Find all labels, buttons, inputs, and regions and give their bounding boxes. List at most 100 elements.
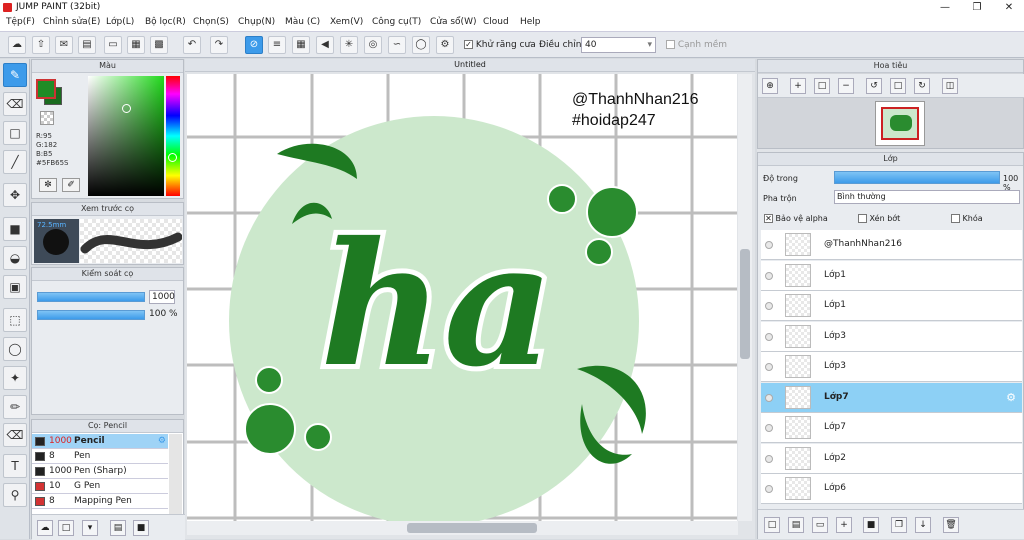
- comment-icon[interactable]: ✉: [55, 36, 73, 54]
- horizontal-scroll-thumb[interactable]: [407, 523, 537, 533]
- close-icon[interactable]: ✕: [994, 0, 1024, 15]
- brush-list-scrollbar[interactable]: [169, 434, 182, 514]
- page-icon[interactable]: ▭: [104, 36, 122, 54]
- layer-row[interactable]: @ThanhNhan216: [761, 230, 1022, 260]
- menu-file[interactable]: Tệp(F): [6, 17, 35, 27]
- rotate-reset-icon[interactable]: □: [890, 78, 906, 94]
- layer-visibility-icon[interactable]: [765, 393, 773, 402]
- select-pen-tool-icon[interactable]: ✏: [3, 395, 27, 419]
- vertical-scrollbar[interactable]: [738, 74, 752, 521]
- layer-visibility-icon[interactable]: [765, 241, 773, 249]
- zoom-fit-icon[interactable]: ⊕: [762, 78, 778, 94]
- snap-radial-icon[interactable]: ◀: [316, 36, 334, 54]
- layer-row[interactable]: Lớp3: [761, 352, 1022, 382]
- gear-icon[interactable]: ⚙: [158, 434, 166, 448]
- merge-layer-icon[interactable]: ↓: [915, 517, 931, 533]
- zoom-in-icon[interactable]: +: [790, 78, 806, 94]
- zoom-out-icon[interactable]: −: [838, 78, 854, 94]
- menu-view[interactable]: Xem(V): [330, 17, 363, 27]
- brush-new-icon[interactable]: □: [58, 520, 74, 536]
- bucket-tool-icon[interactable]: ◒: [3, 246, 27, 270]
- layer-row[interactable]: Lớp2: [761, 443, 1022, 474]
- new-layer-8bit-icon[interactable]: ▤: [788, 517, 804, 533]
- export-icon[interactable]: ⇧: [32, 36, 50, 54]
- zoom-100-icon[interactable]: □: [814, 78, 830, 94]
- minimize-icon[interactable]: —: [930, 0, 960, 15]
- menu-select[interactable]: Chọn(S): [193, 17, 229, 27]
- text-tool-icon[interactable]: T: [3, 454, 27, 478]
- undo-icon[interactable]: ↶: [183, 36, 201, 54]
- hue-slider[interactable]: [166, 76, 180, 196]
- snap-circle-icon[interactable]: ◎: [364, 36, 382, 54]
- canvas[interactable]: ha @ThanhNhan216 #hoidap247: [187, 74, 737, 521]
- select-eraser-tool-icon[interactable]: ⌫: [3, 423, 27, 447]
- brush-list-item[interactable]: 1000 Pencil ⚙: [32, 434, 168, 449]
- message-icon[interactable]: ▤: [78, 36, 96, 54]
- brush-folder-icon[interactable]: ■: [133, 520, 149, 536]
- snap-star-icon[interactable]: ✳: [340, 36, 358, 54]
- navigator-thumbnail[interactable]: [875, 101, 925, 146]
- brush-tool-icon[interactable]: ✎: [3, 63, 27, 87]
- lasso-tool-icon[interactable]: ◯: [3, 337, 27, 361]
- menu-window[interactable]: Cửa sổ(W): [430, 17, 476, 27]
- edge-option[interactable]: Cạnh mềm: [666, 40, 727, 50]
- layer-visibility-icon[interactable]: [765, 424, 773, 432]
- color-saturation-field[interactable]: [88, 76, 164, 196]
- rectangle-tool-icon[interactable]: □: [3, 121, 27, 145]
- cloud-icon[interactable]: ☁: [8, 36, 26, 54]
- snap-off-icon[interactable]: ⊘: [245, 36, 263, 54]
- lock-checkbox[interactable]: [951, 214, 960, 223]
- redo-icon[interactable]: ↷: [210, 36, 228, 54]
- menu-filter[interactable]: Bộ lọc(R): [145, 17, 186, 27]
- layer-row[interactable]: Lớp1: [761, 260, 1022, 291]
- clip-checkbox[interactable]: [858, 214, 867, 223]
- restore-icon[interactable]: ❐: [962, 0, 992, 15]
- document-tab[interactable]: Untitled: [185, 59, 755, 72]
- brush-menu-icon[interactable]: ▾: [82, 520, 98, 536]
- layer-visibility-icon[interactable]: [765, 302, 773, 310]
- duplicate-layer-icon[interactable]: ❐: [891, 517, 907, 533]
- rotate-left-icon[interactable]: ↺: [866, 78, 882, 94]
- antialias-option[interactable]: ✓ Khử răng cưa: [464, 40, 536, 50]
- select-rect-tool-icon[interactable]: ⬚: [3, 308, 27, 332]
- rotate-right-icon[interactable]: ↻: [914, 78, 930, 94]
- brush-list-item[interactable]: 1000 Pen (Sharp): [32, 464, 168, 479]
- menu-capture[interactable]: Chụp(N): [238, 17, 275, 27]
- brush-list-item[interactable]: 8 Pen: [32, 449, 168, 464]
- menu-color[interactable]: Màu (C): [285, 17, 320, 27]
- menu-tools[interactable]: Công cụ(T): [372, 17, 421, 27]
- pages-icon[interactable]: ▦: [127, 36, 145, 54]
- snap-grid-icon[interactable]: ▦: [292, 36, 310, 54]
- snap-parallel-icon[interactable]: ≡: [268, 36, 286, 54]
- brush-cloud-icon[interactable]: ☁: [37, 520, 53, 536]
- new-layer-1bit-icon[interactable]: ▭: [812, 517, 828, 533]
- delete-layer-icon[interactable]: 🗑: [943, 517, 959, 533]
- protect-alpha-checkbox[interactable]: ✕: [764, 214, 773, 223]
- layer-visibility-icon[interactable]: [765, 485, 773, 493]
- color-picker-icon[interactable]: ✐: [62, 178, 80, 192]
- vertical-scroll-thumb[interactable]: [740, 249, 750, 359]
- layer-add-menu-icon[interactable]: +: [836, 517, 852, 533]
- layer-row[interactable]: Lớp7: [761, 413, 1022, 443]
- layer-row[interactable]: Lớp7 ⚙: [761, 382, 1022, 413]
- layer-visibility-icon[interactable]: [765, 271, 773, 280]
- horizontal-scrollbar[interactable]: [187, 521, 738, 535]
- layer-row[interactable]: Lớp3: [761, 321, 1022, 352]
- layer-visibility-icon[interactable]: [765, 332, 773, 341]
- layer-opacity-slider[interactable]: [834, 171, 1000, 184]
- new-layer-icon[interactable]: □: [764, 517, 780, 533]
- line-tool-icon[interactable]: ╱: [3, 150, 27, 174]
- brush-edit-icon[interactable]: ▤: [110, 520, 126, 536]
- layer-row[interactable]: Lớp1: [761, 291, 1022, 321]
- color-field-cursor[interactable]: [122, 104, 131, 113]
- menu-help[interactable]: Help: [520, 17, 541, 27]
- antialias-checkbox[interactable]: ✓: [464, 40, 473, 49]
- adjust-select[interactable]: 40 ▾: [581, 37, 656, 53]
- layer-settings-icon[interactable]: ⚙: [1006, 391, 1016, 404]
- palette-icon[interactable]: ✼: [39, 178, 57, 192]
- snap-curve-icon[interactable]: ∽: [388, 36, 406, 54]
- menu-edit[interactable]: Chỉnh sửa(E): [43, 17, 100, 27]
- snap-ellipse-icon[interactable]: ◯: [412, 36, 430, 54]
- snap-settings-icon[interactable]: ⚙: [436, 36, 454, 54]
- brush-size-input[interactable]: 1000: [149, 290, 175, 304]
